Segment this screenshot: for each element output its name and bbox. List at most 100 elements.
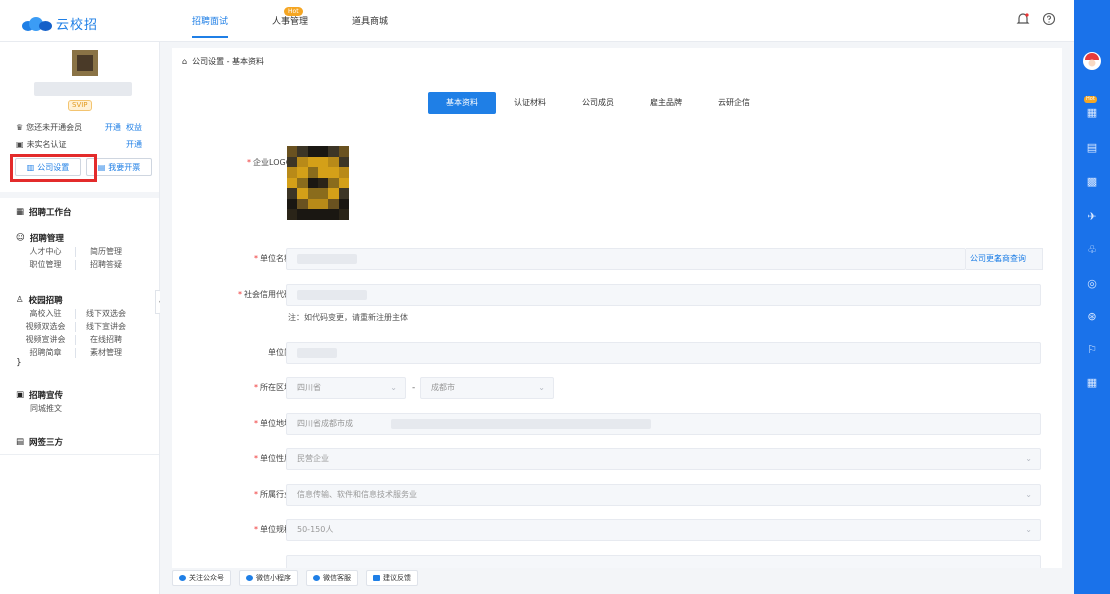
- address-field[interactable]: 四川省成都市成: [286, 413, 1041, 435]
- chevron-down-icon: ⌄: [538, 383, 545, 392]
- top-icons: [1016, 12, 1056, 26]
- short-name-field[interactable]: [286, 342, 1041, 364]
- company-avatar: [72, 50, 98, 76]
- feedback-icon: [373, 575, 380, 581]
- sidebar-item-positions[interactable]: 职位管理: [16, 260, 76, 270]
- bell-icon[interactable]: [1016, 12, 1030, 26]
- city-select[interactable]: 成都市 ⌄: [420, 377, 554, 399]
- document-icon[interactable]: ▤: [1085, 141, 1099, 155]
- settings-icon[interactable]: ◎: [1085, 277, 1099, 291]
- sidebar-section-contract[interactable]: ▤ 网签三方: [16, 435, 156, 449]
- divider: [0, 192, 159, 198]
- footer-bar: 关注公众号 微信小程序 微信客服 建议反馈: [172, 570, 418, 586]
- nature-row: * 单位性质 民营企业 ⌄: [172, 448, 1062, 470]
- sidebar-item-univ[interactable]: 高校入驻: [16, 309, 76, 319]
- blurred-value: [391, 419, 651, 429]
- promo-title: ▣ 招聘宣传: [16, 388, 156, 402]
- sidebar-item-resume[interactable]: 简历管理: [76, 247, 136, 257]
- region-row: * 所在区域 四川省 ⌄ - 成都市 ⌄: [172, 377, 1062, 399]
- membership-open-link[interactable]: 开通: [105, 123, 121, 132]
- sidebar-item-citypost[interactable]: 同城推文: [16, 404, 76, 414]
- topnav-recruit[interactable]: 招聘面试: [170, 0, 250, 42]
- credit-label: * 社会信用代码: [238, 290, 292, 299]
- workbench-title: ▦ 招聘工作台: [16, 205, 156, 219]
- footer-label-1: 微信小程序: [256, 574, 291, 582]
- topnav-shop[interactable]: 道具商城: [330, 0, 410, 42]
- campus-items: 高校入驻 线下双选会 视频双选会 线下宣讲会 视频宣讲会 在线招聘 招聘简章 素…: [16, 309, 156, 358]
- next-row-partial: [172, 555, 1062, 568]
- nature-select[interactable]: 民营企业 ⌄: [286, 448, 1041, 470]
- sidebar: SVIP ♛ 您还未开通会员 开通 权益 ▣ 未实名认证 开通 ▥ 公司设置 ▤ 我要开…: [0, 42, 160, 594]
- tab-cloud-info[interactable]: 云研企信: [700, 92, 768, 114]
- company-name-field[interactable]: [286, 248, 966, 270]
- flag-icon[interactable]: ⚐: [1085, 343, 1099, 357]
- footer-label-2: 微信客服: [323, 574, 351, 582]
- mini-program-button[interactable]: 微信小程序: [239, 570, 298, 586]
- chevron-down-icon: ⌄: [390, 383, 397, 392]
- apps-icon[interactable]: ▩: [1085, 175, 1099, 189]
- sidebar-item-qa[interactable]: 招聘答疑: [76, 260, 136, 270]
- sidebar-item-offline-talk[interactable]: 线下宣讲会: [76, 322, 136, 332]
- region-separator: -: [412, 383, 416, 393]
- grid-apps-icon[interactable]: ▦: [1085, 376, 1099, 390]
- contract-title: ▤ 网签三方: [16, 435, 156, 449]
- svip-badge: SVIP: [68, 100, 92, 111]
- company-logo-image[interactable]: [287, 146, 349, 220]
- table-icon[interactable]: ▦: [1085, 106, 1099, 120]
- divider-bottom: [0, 454, 159, 455]
- sidebar-item-offline-fair[interactable]: 线下双选会: [76, 309, 136, 319]
- credit-hint: 注：如代码变更，请重新注册主体: [288, 313, 408, 322]
- tab-certification[interactable]: 认证材料: [496, 92, 564, 114]
- credit-code-field[interactable]: [286, 284, 1041, 306]
- sidebar-item-video-fair[interactable]: 视频双选会: [16, 322, 76, 332]
- campus-title-text: 校园招聘: [28, 296, 63, 306]
- sidebar-section-recruit-mgmt: ☺ 招聘管理 人才中心 简历管理 职位管理 招聘答疑: [16, 231, 156, 270]
- blurred-value: [297, 290, 367, 300]
- province-select[interactable]: 四川省 ⌄: [286, 377, 406, 399]
- sidebar-item-talent[interactable]: 人才中心: [16, 247, 76, 257]
- invoice-icon: ▤: [97, 162, 106, 172]
- tab-members[interactable]: 公司成员: [564, 92, 632, 114]
- tab-employer-brand[interactable]: 雇主品牌: [632, 92, 700, 114]
- home-icon: ⌂: [182, 57, 188, 66]
- help-icon[interactable]: [1042, 12, 1056, 26]
- crown-icon: ♛: [16, 123, 24, 132]
- wechat-service-button[interactable]: 微信客服: [306, 570, 358, 586]
- recruit-mgmt-title: ☺ 招聘管理: [16, 231, 156, 245]
- sidebar-section-promo: ▣ 招聘宣传 同城推文: [16, 388, 156, 414]
- industry-select[interactable]: 信息传输、软件和信息技术服务业 ⌄: [286, 484, 1041, 506]
- service-icon: [313, 575, 320, 581]
- scale-row: * 单位规模 50-150人 ⌄: [172, 519, 1062, 541]
- scale-value: 50-150人: [297, 525, 334, 534]
- handshake-icon[interactable]: ✈: [1085, 210, 1099, 224]
- app-logo[interactable]: 云校招: [22, 14, 98, 33]
- business-lookup-link[interactable]: 工商查询: [994, 248, 1026, 270]
- sidebar-section-campus: ♙ 校园招聘 高校入驻 线下双选会 视频双选会 线下宣讲会 视频宣讲会 在线招聘 …: [16, 293, 156, 368]
- sidebar-section-workbench[interactable]: ▦ 招聘工作台: [16, 205, 156, 219]
- id-card-icon: ▣: [16, 140, 24, 149]
- membership-row: ♛ 您还未开通会员 开通 权益: [16, 122, 142, 133]
- membership-rights-link[interactable]: 权益: [126, 123, 142, 132]
- follow-official-account-button[interactable]: 关注公众号: [172, 570, 231, 586]
- hot-badge-right: Hot: [1084, 96, 1097, 103]
- feedback-button[interactable]: 建议反馈: [366, 570, 418, 586]
- assistant-avatar-icon[interactable]: [1083, 52, 1101, 70]
- partial-field[interactable]: [286, 555, 1041, 568]
- topnav-hr[interactable]: Hot 人事管理: [250, 0, 330, 42]
- tab-basic[interactable]: 基本资料: [428, 92, 496, 114]
- main-area: ⌂ 公司设置 - 基本资料 基本资料 认证材料 公司成员 雇主品牌 云研企信 * 企…: [160, 42, 1074, 594]
- short-row: 单位简: [172, 342, 1062, 364]
- footer-label-0: 关注公众号: [189, 574, 224, 582]
- realname-open-link[interactable]: 开通: [126, 139, 142, 150]
- sidebar-item-online[interactable]: 在线招聘: [76, 335, 136, 345]
- sidebar-item-brochure[interactable]: 招聘简章: [16, 348, 76, 358]
- sidebar-item-material[interactable]: 素材管理: [76, 348, 136, 358]
- badge-icon[interactable]: ⊛: [1085, 310, 1099, 324]
- recruit-mgmt-title-text: 招聘管理: [29, 234, 64, 244]
- sidebar-item-video-talk[interactable]: 视频宣讲会: [16, 335, 76, 345]
- highlight-box: [10, 154, 97, 182]
- scale-select[interactable]: 50-150人 ⌄: [286, 519, 1041, 541]
- topnav-recruit-label: 招聘面试: [192, 17, 229, 27]
- group-icon[interactable]: ♧: [1085, 243, 1099, 257]
- credit-row: * 社会信用代码: [172, 284, 1062, 306]
